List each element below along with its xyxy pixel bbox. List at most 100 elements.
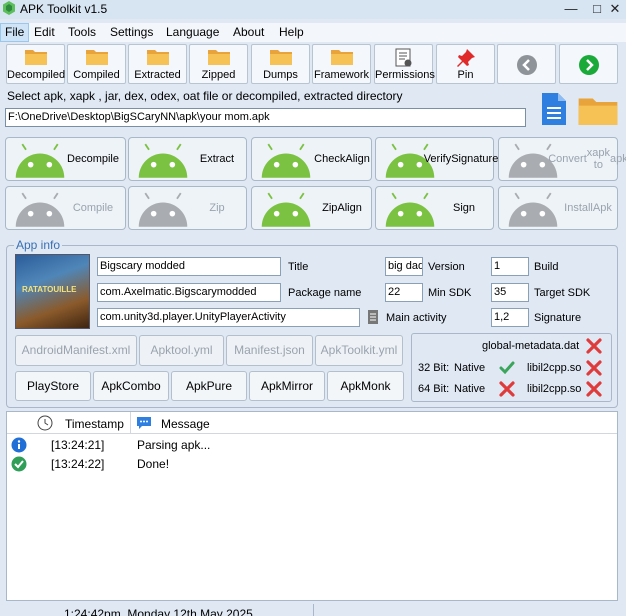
android-zip-icon (135, 190, 191, 228)
message-column-header[interactable]: Message (161, 417, 210, 431)
forward-button[interactable] (559, 44, 618, 84)
permissions-button[interactable]: Permissions (374, 44, 435, 84)
install-apk-label: Install Apk (563, 187, 613, 229)
apkmonk-button[interactable]: ApkMonk (327, 371, 404, 401)
framework-folder-button[interactable]: Framework (312, 44, 371, 84)
log-message: Parsing apk... (137, 438, 211, 452)
title-bar: APK Toolkit v1.5 — □ ✕ (0, 0, 626, 19)
menu-about[interactable]: About (229, 23, 268, 42)
android-install-icon (505, 190, 561, 228)
zip-align-button[interactable]: Zip Align (251, 186, 372, 230)
signature-field[interactable]: 1,2 (491, 308, 529, 327)
target-sdk-field[interactable]: 35 (491, 283, 529, 302)
menu-edit[interactable]: Edit (30, 23, 59, 42)
chevron-right-icon (578, 55, 599, 75)
decompiled-folder-button[interactable]: Decompiled (6, 44, 65, 84)
file-path-input[interactable]: F:\OneDrive\Desktop\BigSCaryNN\apk\your … (5, 108, 526, 127)
pin-button[interactable]: Pin (436, 44, 495, 84)
message-icon (137, 417, 151, 429)
folder-icon (208, 48, 230, 65)
menu-tools[interactable]: Tools (64, 23, 100, 42)
verify-signature-label: Verify Signature (424, 138, 499, 180)
package-name-field[interactable]: com.Axelmatic.Bigscarymodded (97, 283, 281, 302)
android-manifest-button[interactable]: AndroidManifest.xml (15, 335, 137, 366)
extracted-label: Extracted (134, 69, 181, 81)
install-apk-button[interactable]: Install Apk (498, 186, 618, 230)
min-sdk-label: Min SDK (428, 287, 472, 299)
chevron-left-icon (516, 55, 537, 75)
verify-signature-button[interactable]: Verify Signature (375, 137, 499, 181)
bit64-native-label: Native (454, 383, 486, 395)
min-sdk-field[interactable]: 22 (385, 283, 423, 302)
menu-settings[interactable]: Settings (106, 23, 157, 42)
extract-button[interactable]: Extract (128, 137, 247, 181)
android-align-icon (258, 190, 314, 228)
error-x-icon (499, 381, 515, 397)
apktoolkit-yml-button[interactable]: ApkToolkit.yml (315, 335, 403, 366)
error-x-icon (586, 360, 602, 376)
check-align-button[interactable]: Check Align (251, 137, 372, 181)
open-file-icon[interactable] (540, 91, 568, 127)
folder-icon (86, 48, 108, 65)
android-icon (12, 190, 68, 228)
zipped-folder-button[interactable]: Zipped (189, 44, 248, 84)
install-apk-line-1: Install (564, 202, 593, 214)
bit32-label: 32 Bit: (418, 362, 450, 374)
extract-label: Extract (199, 153, 235, 165)
error-x-icon (586, 338, 602, 354)
close-button[interactable]: ✕ (604, 0, 626, 18)
bit32-lib-label: libil2cpp.so (527, 362, 582, 374)
zip-align-label: Zip Align (317, 187, 367, 229)
log-row[interactable]: [13:24:21] Parsing apk... (7, 436, 617, 454)
folder-icon (147, 48, 169, 65)
permissions-label: Permissions (375, 69, 435, 81)
decompile-button[interactable]: Decompile (5, 137, 126, 181)
back-button[interactable] (497, 44, 556, 84)
menu-help[interactable]: Help (275, 23, 308, 42)
status-datetime: 1:24:42pm, Monday 12th May 2025 (64, 607, 253, 616)
minimize-button[interactable]: — (560, 0, 582, 18)
manifest-json-button[interactable]: Manifest.json (226, 335, 313, 366)
zip-button[interactable]: Zip (128, 186, 247, 230)
convert-xapk-button[interactable]: Convert xapk to apk (498, 137, 626, 181)
android-align-icon (258, 141, 314, 179)
apktool-yml-button[interactable]: Apktool.yml (139, 335, 224, 366)
folder-icon (25, 48, 47, 65)
apkmirror-button[interactable]: ApkMirror (249, 371, 325, 401)
bit32-native-label: Native (454, 362, 486, 374)
app-icon-image: RATATOUILLE (15, 254, 90, 329)
apkpure-button[interactable]: ApkPure (171, 371, 247, 401)
pin-label: Pin (457, 69, 474, 81)
menu-file[interactable]: File (0, 23, 30, 42)
android-zip-icon (135, 141, 191, 179)
bit64-lib-label: libil2cpp.so (527, 383, 582, 395)
success-check-icon (11, 456, 27, 472)
clock-icon (37, 415, 53, 431)
compile-button[interactable]: Compile (5, 186, 126, 230)
app-info-legend: App info (14, 238, 63, 252)
main-activity-label: Main activity (386, 312, 447, 324)
zip-label: Zip (209, 202, 225, 214)
log-row[interactable]: [13:24:22] Done! (7, 455, 617, 473)
error-x-icon (586, 381, 602, 397)
open-folder-icon[interactable] (578, 95, 618, 125)
title-field[interactable]: Bigscary modded (97, 257, 281, 276)
compiled-folder-button[interactable]: Compiled (67, 44, 126, 84)
build-field[interactable]: 1 (491, 257, 529, 276)
main-activity-field[interactable]: com.unity3d.player.UnityPlayerActivity (97, 308, 360, 327)
copy-icon[interactable] (367, 309, 379, 325)
zip-align-line-2: Align (337, 202, 362, 214)
version-label: Version (428, 261, 465, 273)
convert-xapk-line-3: apk (610, 153, 626, 165)
sign-button[interactable]: Sign (375, 186, 494, 230)
extracted-folder-button[interactable]: Extracted (128, 44, 187, 84)
menu-language[interactable]: Language (162, 23, 223, 42)
dumps-folder-button[interactable]: Dumps (251, 44, 310, 84)
log-header: Timestamp Message (7, 412, 617, 434)
android-icon (12, 141, 68, 179)
folder-icon (270, 48, 292, 65)
apkcombo-button[interactable]: ApkCombo (93, 371, 169, 401)
playstore-button[interactable]: PlayStore (15, 371, 91, 401)
version-field[interactable]: big dad (385, 257, 423, 276)
timestamp-column-header[interactable]: Timestamp (65, 417, 124, 431)
